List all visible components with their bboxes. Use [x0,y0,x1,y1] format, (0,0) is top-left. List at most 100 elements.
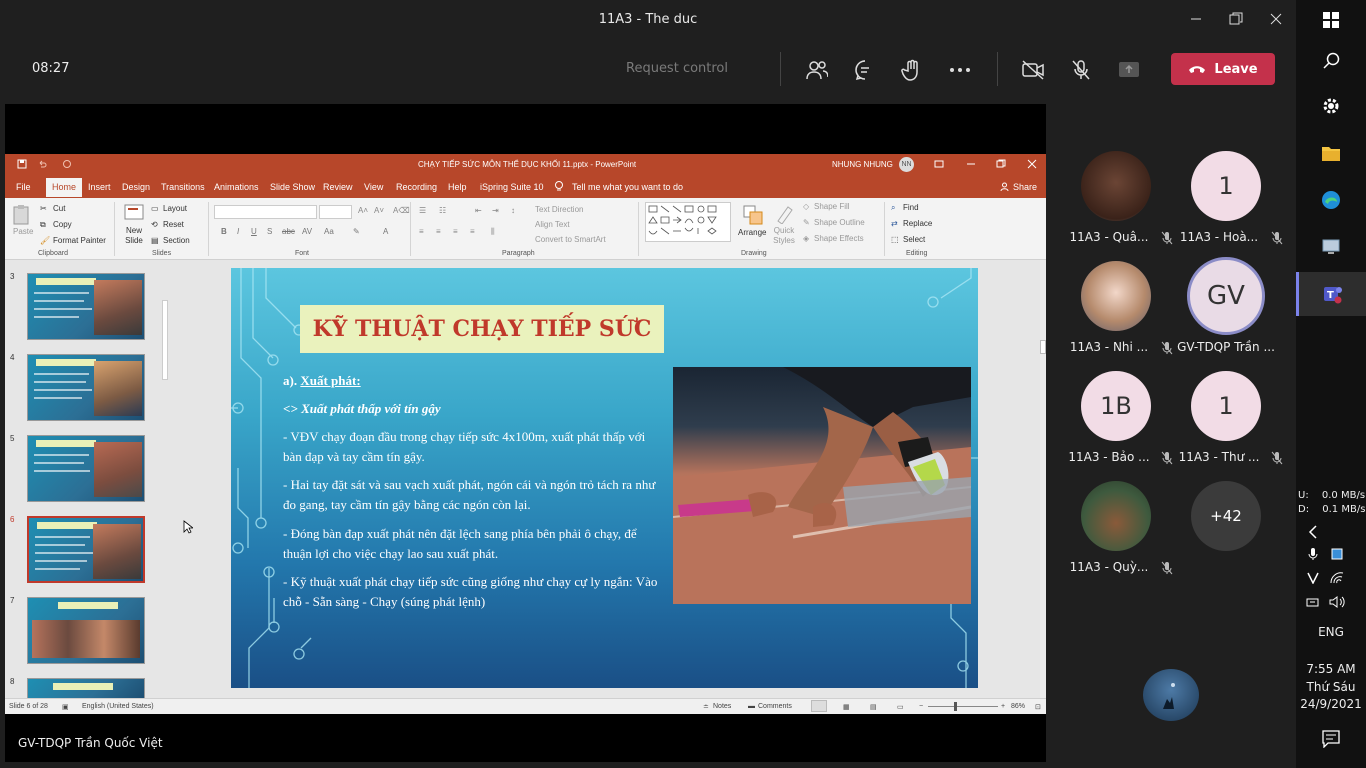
format-painter-icon[interactable]: 🖌 [40,236,50,245]
language-status[interactable]: English (United States) [82,703,154,710]
align-center-icon[interactable]: ≡ [436,227,441,236]
grow-font-icon[interactable]: A˄ [358,206,368,215]
bold-icon[interactable]: B [221,227,227,236]
cut-icon[interactable]: ✂ [40,204,47,213]
clock-day[interactable]: Thứ Sáu [1296,680,1366,694]
tab-insert[interactable]: Insert [88,182,111,192]
zoom-out-icon[interactable]: − [919,703,923,710]
bullets-icon[interactable]: ☰ [419,206,426,215]
file-explorer-icon[interactable] [1296,142,1366,164]
sprinter-start-photo[interactable] [673,367,971,604]
section-button[interactable]: Section [163,236,190,245]
ppt-user-avatar[interactable]: NN [899,157,914,172]
find-button[interactable]: Find [903,203,919,212]
teams-taskbar-icon[interactable]: T [1296,272,1366,316]
input-language[interactable]: ENG [1296,625,1366,639]
participant-tile[interactable]: 1 11A3 - Thư ... [1171,371,1283,481]
tab-recording[interactable]: Recording [396,182,437,192]
layout-icon[interactable]: ▭ [151,204,159,213]
new-slide-icon[interactable] [124,204,144,224]
copy-button[interactable]: Copy [53,220,72,229]
thumbnails-scrollbar[interactable] [160,260,170,698]
quick-styles-button[interactable]: Quick Styles [772,226,796,246]
columns-icon[interactable]: ⫼ [491,227,495,237]
cut-button[interactable]: Cut [53,204,65,213]
slide-thumbnail[interactable] [27,273,145,340]
comments-button[interactable]: Comments [758,703,792,710]
shape-effects-icon[interactable]: ◈ [803,234,809,243]
select-button[interactable]: Select [903,235,925,244]
decrease-indent-icon[interactable]: ⇤ [475,206,482,215]
spellcheck-icon[interactable]: ▣ [62,703,69,711]
reset-button[interactable]: Reset [163,220,184,229]
more-participants-button[interactable]: +42 [1191,481,1261,551]
participant-tile[interactable]: GV GV-TDQP Trần ... [1171,257,1281,371]
settings-gear-icon[interactable] [1296,95,1366,117]
convert-smartart-button[interactable]: Convert to SmartArt [535,235,606,244]
camera-off-icon[interactable] [1017,54,1049,86]
windows-start-icon[interactable] [1296,8,1366,32]
paste-label[interactable]: Paste [13,227,33,236]
tab-home[interactable]: Home [46,178,83,197]
reading-view-icon[interactable]: ▤ [870,703,877,711]
tab-help[interactable]: Help [448,182,467,192]
align-right-icon[interactable]: ≡ [453,227,458,236]
layout-button[interactable]: Layout [163,204,187,213]
zoom-slider[interactable] [928,706,998,707]
justify-icon[interactable]: ≡ [470,227,475,236]
shape-fill-icon[interactable]: ◇ [803,202,809,211]
italic-icon[interactable]: I [237,227,239,236]
zoom-slider-thumb[interactable] [954,702,957,711]
slide-thumbnail-selected[interactable] [27,516,145,583]
normal-view-icon[interactable] [811,700,827,712]
redo-icon[interactable] [62,159,72,169]
tab-transitions[interactable]: Transitions [161,182,205,192]
find-icon[interactable]: ⌕ [891,203,895,213]
tab-slide-show[interactable]: Slide Show [270,182,315,192]
share-tray-icon[interactable] [1113,54,1145,86]
volume-icon[interactable] [1302,594,1366,610]
save-icon[interactable] [17,159,27,169]
arrange-icon[interactable] [742,204,764,226]
font-size-combobox[interactable] [319,205,352,219]
tab-animations[interactable]: Animations [214,182,259,192]
ribbon-display-icon[interactable] [934,159,944,169]
clock-date[interactable]: 24/9/2021 [1296,697,1366,711]
participant-tile[interactable]: 1B 11A3 - Bảo ... [1061,371,1173,481]
slide-bullet[interactable]: - VĐV chạy đoạn đầu trong chạy tiếp sức … [283,427,663,467]
slide-thumbnail[interactable] [27,678,145,698]
clock-time[interactable]: 7:55 AM [1296,662,1366,676]
participant-tile[interactable]: 11A3 - Nhi ... [1061,261,1173,371]
font-name-combobox[interactable] [214,205,317,219]
shrink-font-icon[interactable]: A˅ [374,206,384,215]
replace-button[interactable]: Replace [903,219,932,228]
quick-styles-icon[interactable] [775,204,795,224]
numbering-icon[interactable]: ☷ [439,206,446,215]
slide-heading-2[interactable]: <> Xuất phát thấp với tín gậy [283,399,663,419]
align-left-icon[interactable]: ≡ [419,227,424,236]
shape-fill-button[interactable]: Shape Fill [814,202,850,211]
more-options-icon[interactable] [944,54,976,86]
mic-muted-icon[interactable] [1065,54,1097,86]
self-video-preview[interactable] [1143,669,1199,721]
request-control-button[interactable]: Request control [626,61,728,76]
participant-tile[interactable]: 11A3 - Quâ... [1061,151,1173,261]
select-icon[interactable]: ⬚ [891,235,899,244]
close-button[interactable] [1256,0,1296,38]
section-icon[interactable]: ▤ [151,236,159,245]
shape-outline-icon[interactable]: ✎ [803,218,810,227]
slide-thumbnail[interactable] [27,435,145,502]
new-slide-button[interactable]: New Slide [123,226,145,246]
reset-icon[interactable]: ⟲ [151,220,158,229]
zoom-in-icon[interactable]: + [1001,703,1005,710]
shape-outline-button[interactable]: Shape Outline [814,218,865,227]
raise-hand-icon[interactable] [896,54,928,86]
paste-icon[interactable] [12,204,32,226]
undo-icon[interactable] [37,159,47,169]
slide-thumbnail[interactable] [27,597,145,664]
chat-icon[interactable] [849,54,881,86]
restore-button[interactable] [1216,0,1256,38]
wifi-icon[interactable] [1302,570,1366,586]
spacing-icon[interactable]: AV [302,227,312,236]
tab-view[interactable]: View [364,182,383,192]
